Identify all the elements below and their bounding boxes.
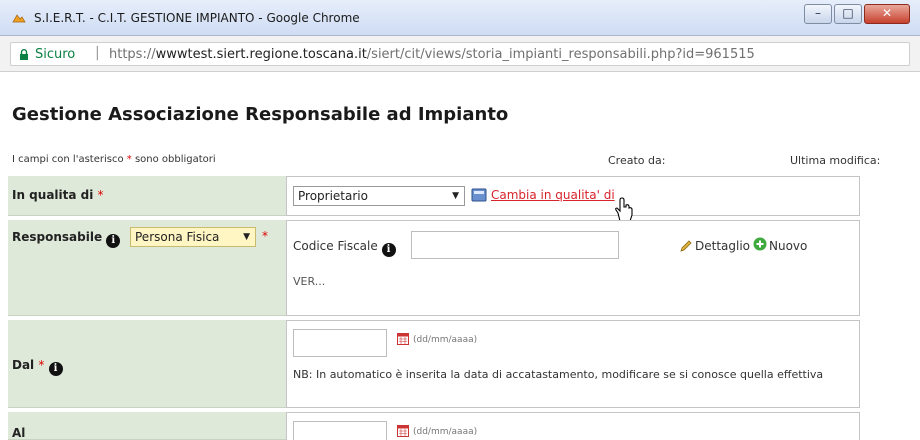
window-controls: – □ ✕ [802,4,910,24]
row-responsabile: Responsabile i Persona Fisica ▼ * Codice… [0,220,860,316]
codice-fiscale-label-text: Codice Fiscale [293,239,378,253]
dal-required-star: * [38,358,45,372]
page-content: Gestione Associazione Responsabile ad Im… [0,72,920,440]
plus-icon [753,237,767,251]
window-title-bar: S.I.E.R.T. - C.I.T. GESTIONE IMPIANTO - … [0,0,920,36]
responsabile-field-cell: Codice Fiscale i Dettaglio Nuovo VER... [286,220,860,316]
minimize-icon: – [815,6,821,20]
row-dal: Dal * i (dd/mm/aaaa) NB: In automatico è… [0,320,860,408]
al-date-input[interactable] [293,421,387,440]
dal-label-cell: Dal * i [8,320,286,408]
responsabile-value: VER... [293,275,326,288]
codice-fiscale-input[interactable] [411,231,619,259]
last-modified-label: Ultima modifica: [790,154,881,167]
url-scheme: https:// [109,47,156,62]
required-note-suffix: sono obbligatori [131,154,216,165]
calendar-icon[interactable] [397,425,409,437]
al-label-cell: Al [8,412,286,440]
dal-date-hint: (dd/mm/aaaa) [413,335,478,345]
responsabile-type-value: Persona Fisica [135,230,220,244]
address-separator: | [95,45,100,61]
qualita-required-star: * [97,188,104,202]
dal-label: Dal * i [12,358,63,376]
info-icon[interactable]: i [381,243,396,257]
lock-icon [20,49,28,60]
required-fields-note: I campi con l'asterisco * sono obbligato… [12,154,216,165]
close-icon: ✕ [881,6,893,20]
al-field-cell: (dd/mm/aaaa) [286,412,860,440]
row-al: Al (dd/mm/aaaa) [0,412,860,440]
dropdown-arrow-icon: ▼ [452,191,459,201]
dal-label-text: Dal [12,358,35,372]
qualita-label-text: In qualita di [12,188,94,202]
responsabile-label: Responsabile i [12,230,121,248]
responsabile-required-star: * [262,229,268,243]
address-bar: Sicuro | https://wwwtest.siert.regione.t… [0,36,920,72]
url-host: wwwtest.siert.regione.toscana.it [155,47,367,62]
codice-fiscale-label: Codice Fiscale i [293,239,396,257]
url-path: /siert/cit/views/storia_impianti_respons… [366,47,755,62]
dal-field-cell: (dd/mm/aaaa) NB: In automatico è inserit… [286,320,860,408]
info-icon[interactable]: i [106,234,121,248]
required-note-prefix: I campi con l'asterisco [12,154,127,165]
close-button[interactable]: ✕ [864,4,910,24]
url-field[interactable]: Sicuro | https://wwwtest.siert.regione.t… [10,42,910,66]
site-favicon-icon [12,14,26,23]
window-title: S.I.E.R.T. - C.I.T. GESTIONE IMPIANTO - … [34,11,360,25]
created-by-label: Creato da: [608,154,666,167]
row-qualita: In qualita di * Proprietario ▼ Cambia in… [0,176,860,222]
page-title: Gestione Associazione Responsabile ad Im… [12,104,509,125]
al-date-hint: (dd/mm/aaaa) [413,427,478,437]
qualita-label-cell: In qualita di * [8,176,286,216]
al-label: Al [12,426,26,440]
dropdown-arrow-icon: ▼ [243,232,250,242]
responsabile-label-text: Responsabile [12,230,103,244]
calendar-icon[interactable] [397,333,409,345]
maximize-button[interactable]: □ [834,4,862,24]
minimize-button[interactable]: – [804,4,832,24]
maximize-icon: □ [842,6,854,20]
dal-date-input[interactable] [293,329,387,357]
info-icon[interactable]: i [48,362,63,376]
qualita-select[interactable]: Proprietario ▼ [293,186,465,206]
nuovo-link[interactable]: Nuovo [769,239,807,253]
secure-label: Sicuro [35,47,76,62]
qualita-select-value: Proprietario [298,189,368,203]
change-role-link[interactable]: Cambia in qualita' di [491,188,615,202]
change-role-icon [471,188,487,202]
qualita-field-cell: Proprietario ▼ Cambia in qualita' di [286,176,860,222]
dal-note: NB: In automatico è inserita la data di … [293,368,824,381]
pencil-icon [680,240,692,252]
url-text: https://wwwtest.siert.regione.toscana.it… [109,47,755,62]
responsabile-type-select[interactable]: Persona Fisica ▼ [130,227,256,247]
dettaglio-link[interactable]: Dettaglio [695,239,750,253]
responsabile-label-cell: Responsabile i Persona Fisica ▼ * [8,220,286,316]
qualita-label: In qualita di * [12,188,104,202]
